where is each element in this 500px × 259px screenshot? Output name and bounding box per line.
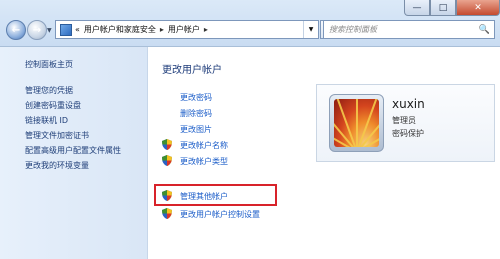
avatar[interactable] bbox=[329, 94, 384, 152]
window-controls: — □ ✕ bbox=[404, 0, 500, 17]
task-manage-other-accounts[interactable]: 管理其他帐户 bbox=[180, 191, 228, 202]
history-dropdown-icon[interactable]: ▼ bbox=[47, 27, 52, 34]
breadcrumb-separator-icon[interactable]: ▸ bbox=[160, 25, 164, 34]
sidebar-link-manage-credentials[interactable]: 管理您的凭据 bbox=[25, 83, 121, 98]
user-role: 管理员 bbox=[392, 116, 416, 125]
task-change-picture[interactable]: 更改图片 bbox=[180, 124, 212, 135]
task-uac-settings[interactable]: 更改用户帐户控制设置 bbox=[180, 209, 260, 220]
minimize-button[interactable]: — bbox=[404, 0, 430, 16]
search-placeholder: 搜索控制面板 bbox=[329, 25, 377, 34]
user-name: xuxin bbox=[392, 97, 425, 111]
uac-shield-icon bbox=[162, 190, 172, 201]
task-change-password[interactable]: 更改密码 bbox=[180, 92, 212, 103]
task-remove-password[interactable]: 删除密码 bbox=[180, 108, 212, 119]
close-button[interactable]: ✕ bbox=[456, 0, 500, 16]
search-input[interactable]: 搜索控制面板 🔍 bbox=[323, 20, 495, 39]
maximize-button[interactable]: □ bbox=[430, 0, 456, 16]
breadcrumb-separator-icon[interactable]: ▸ bbox=[204, 25, 208, 34]
sidebar-links: 管理您的凭据 创建密码重设盘 链接联机 ID 管理文件加密证书 配置高级用户配置… bbox=[25, 83, 121, 173]
sidebar-home-link[interactable]: 控制面板主页 bbox=[25, 59, 73, 70]
user-account-card: xuxin 管理员 密码保护 bbox=[316, 84, 495, 162]
uac-shield-icon bbox=[162, 208, 172, 219]
control-panel-icon bbox=[60, 23, 72, 36]
breadcrumb-item-family-safety[interactable]: 用户帐户和家庭安全 bbox=[84, 24, 156, 35]
back-arrow-icon: ← bbox=[11, 24, 21, 36]
address-bar[interactable]: « 用户帐户和家庭安全 ▸ 用户帐户 ▸ ▼ bbox=[55, 20, 319, 39]
back-button[interactable]: ← bbox=[6, 20, 26, 40]
forward-arrow-icon: → bbox=[32, 24, 42, 36]
breadcrumb-overflow[interactable]: « bbox=[75, 25, 80, 34]
uac-shield-icon bbox=[162, 139, 172, 150]
task-change-account-name[interactable]: 更改帐户名称 bbox=[180, 140, 228, 151]
sidebar-link-encryption-certs[interactable]: 管理文件加密证书 bbox=[25, 128, 121, 143]
task-change-account-type[interactable]: 更改帐户类型 bbox=[180, 156, 228, 167]
uac-shield-icon bbox=[162, 155, 172, 166]
address-dropdown-icon[interactable]: ▼ bbox=[303, 21, 318, 38]
sidebar: 控制面板主页 管理您的凭据 创建密码重设盘 链接联机 ID 管理文件加密证书 配… bbox=[0, 47, 148, 259]
sidebar-link-profile-properties[interactable]: 配置高级用户配置文件属性 bbox=[25, 143, 121, 158]
breadcrumb-item-user-accounts[interactable]: 用户帐户 bbox=[168, 24, 200, 35]
user-protection-status: 密码保护 bbox=[392, 129, 424, 138]
sidebar-link-password-reset-disk[interactable]: 创建密码重设盘 bbox=[25, 98, 121, 113]
main-content: 更改用户帐户 更改密码 删除密码 更改图片 更改帐户名称 更改帐户类型 管理其他… bbox=[148, 47, 500, 259]
search-icon[interactable]: 🔍 bbox=[479, 25, 490, 35]
page-title: 更改用户帐户 bbox=[162, 65, 222, 76]
sidebar-link-online-id[interactable]: 链接联机 ID bbox=[25, 113, 121, 128]
forward-button[interactable]: → bbox=[27, 20, 47, 40]
sidebar-link-environment-vars[interactable]: 更改我的环境变量 bbox=[25, 158, 121, 173]
avatar-flower-image bbox=[334, 99, 379, 147]
